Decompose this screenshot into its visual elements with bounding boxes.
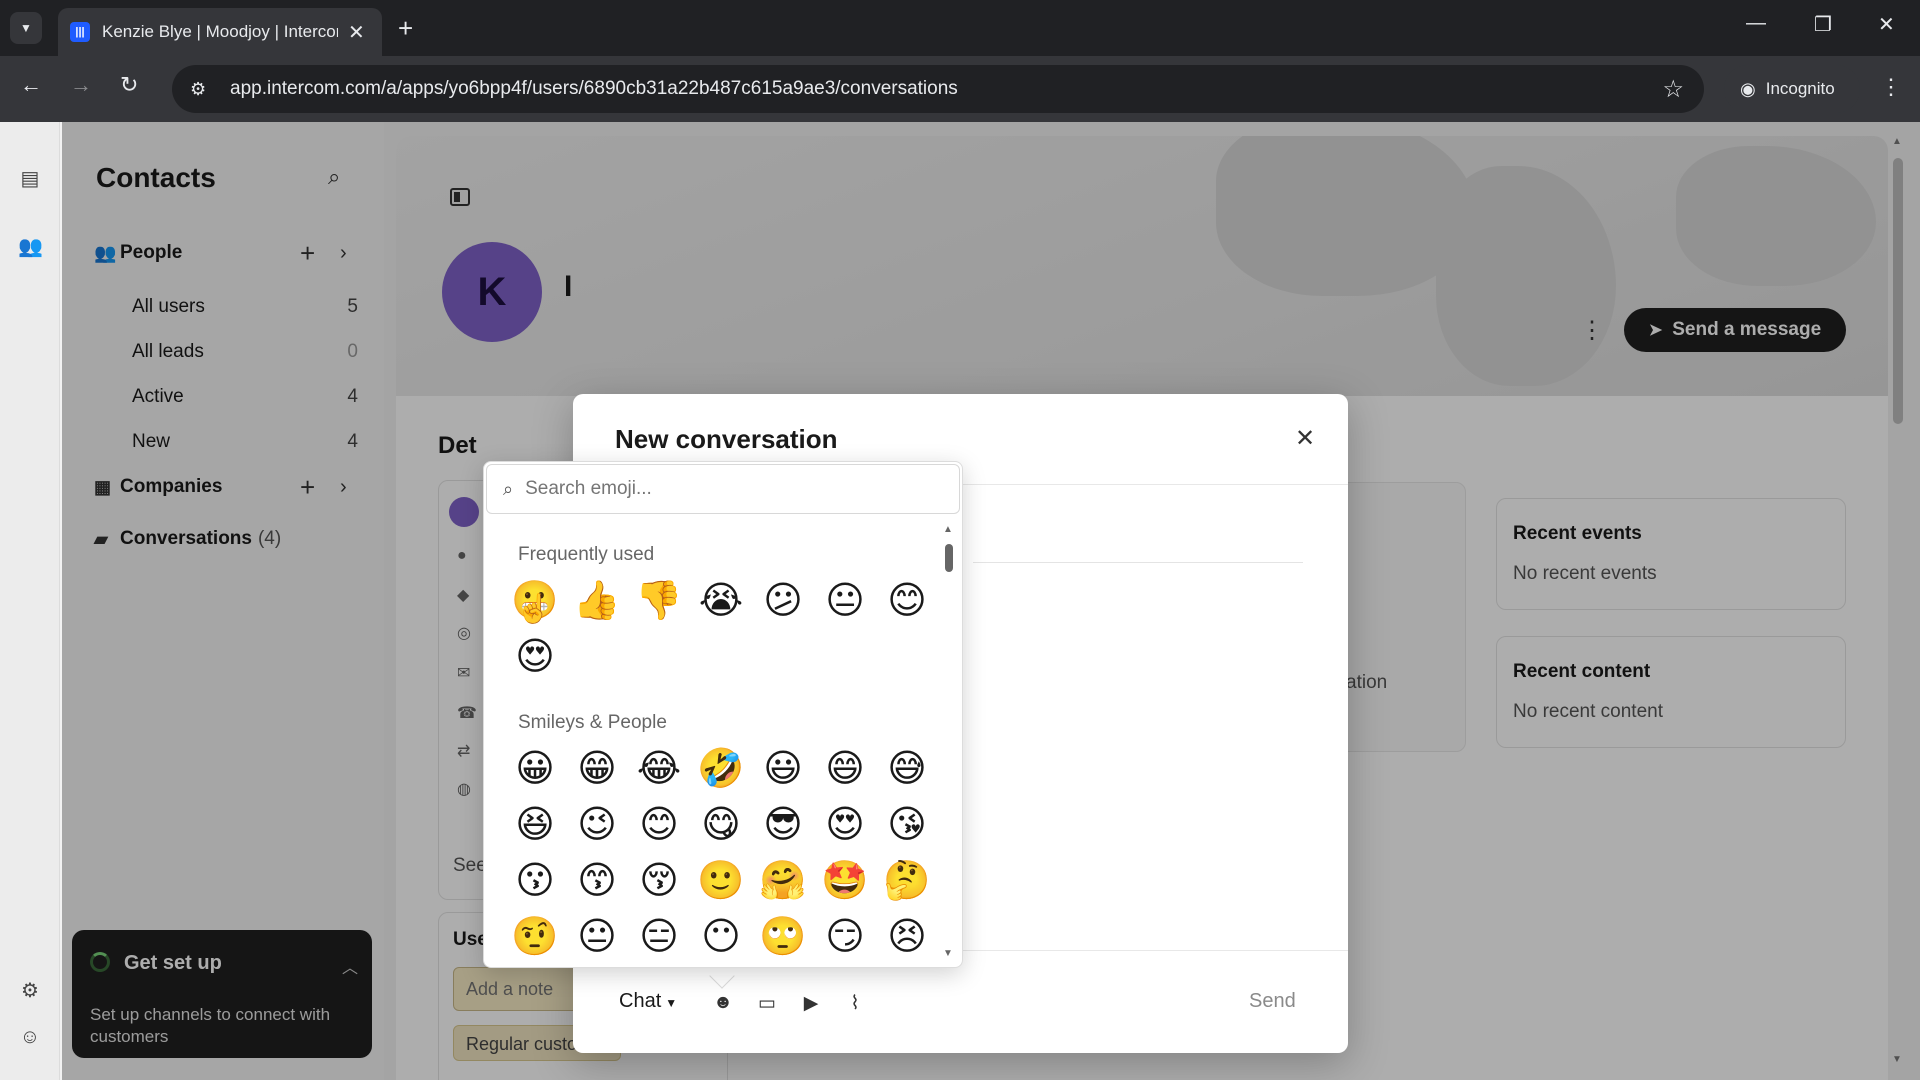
site-info-icon[interactable]: ⚙ — [190, 79, 220, 100]
emoji-button[interactable]: 🤗 — [752, 852, 814, 908]
reload-icon[interactable]: ↻ — [120, 72, 138, 98]
emoji-button[interactable]: 😄 — [814, 740, 876, 796]
emoji-button[interactable]: 🙄 — [752, 908, 814, 964]
emoji-button[interactable]: 😎 — [752, 796, 814, 852]
emoji-button[interactable]: 😐 — [566, 908, 628, 964]
picker-scroll-thumb[interactable] — [945, 544, 953, 572]
url-text[interactable]: app.intercom.com/a/apps/yo6bpp4f/users/6… — [230, 78, 1662, 100]
emoji-button[interactable]: 🤨 — [504, 908, 566, 964]
emoji-button[interactable]: 😊 — [628, 796, 690, 852]
attachment-icon[interactable]: ⌇ — [843, 992, 867, 1015]
emoji-button[interactable]: 😊 — [876, 572, 938, 628]
emoji-button[interactable]: 😋 — [690, 796, 752, 852]
smileys-heading: Smileys & People — [518, 712, 667, 733]
contacts-icon[interactable]: 👥 — [18, 234, 43, 258]
frequently-used-heading: Frequently used — [518, 544, 655, 565]
emoji-search-input[interactable] — [525, 478, 906, 500]
emoji-button[interactable]: 🤩 — [814, 852, 876, 908]
back-arrow-icon[interactable]: ← — [20, 72, 42, 98]
modal-title: New conversation — [615, 424, 838, 454]
incognito-icon: ◉ — [1740, 78, 1756, 99]
emoji-button[interactable]: 😁 — [566, 740, 628, 796]
browser-toolbar: ← → ↻ ⚙ app.intercom.com/a/apps/yo6bpp4f… — [0, 56, 1920, 122]
emoji-icon[interactable]: ☻ — [711, 992, 735, 1014]
emoji-button[interactable]: 😆 — [504, 796, 566, 852]
app-rail: ▤ 👥 ⚙ ☺ — [0, 122, 60, 1080]
channel-select[interactable]: Chat ▼ — [619, 990, 677, 1013]
emoji-button[interactable]: 🤔 — [876, 852, 938, 908]
emoji-button[interactable]: 😐 — [814, 572, 876, 628]
emoji-button[interactable]: 🤣 — [690, 740, 752, 796]
window-close-icon[interactable]: ✕ — [1878, 12, 1895, 37]
emoji-button[interactable]: 😙 — [566, 852, 628, 908]
emoji-button[interactable]: 😏 — [814, 908, 876, 964]
settings-gear-icon[interactable]: ⚙ — [18, 978, 42, 1002]
emoji-button[interactable]: 😘 — [876, 796, 938, 852]
profile-status-icon[interactable]: ☺ — [18, 1026, 42, 1050]
image-icon[interactable]: ▭ — [755, 992, 779, 1015]
tab-title: Kenzie Blye | Moodjoy | Intercom — [102, 22, 338, 41]
emoji-button[interactable]: 😂 — [628, 740, 690, 796]
scroll-up-icon[interactable]: ▲ — [943, 524, 953, 535]
scroll-down-icon[interactable]: ▼ — [943, 948, 953, 959]
send-button[interactable]: Send — [1249, 990, 1296, 1013]
browser-menu-icon[interactable]: ⋮ — [1880, 74, 1902, 100]
emoji-picker: ⌕ Frequently used 😬👍👎😭😕😐😊😍 Smileys & Peo… — [483, 461, 963, 968]
tab-search-button[interactable]: ▼ — [10, 12, 42, 44]
emoji-button[interactable]: 😉 — [566, 796, 628, 852]
channel-label: Chat — [619, 990, 662, 1012]
subject-field[interactable] — [973, 562, 1303, 563]
picker-scrollbar[interactable]: ▲ ▼ — [942, 524, 956, 964]
frequently-used-grid: 😬 👍 👎 😭 😕 😐 😊 😍 — [504, 572, 938, 684]
search-icon: ⌕ — [503, 478, 514, 499]
new-tab-button[interactable]: + — [398, 12, 413, 44]
emoji-button[interactable]: 😑 — [628, 908, 690, 964]
emoji-button[interactable]: 😅 — [876, 740, 938, 796]
tab-close-icon[interactable]: ✕ — [348, 20, 365, 45]
modal-close-icon[interactable]: ✕ — [1295, 424, 1315, 453]
intercom-favicon-icon: ||| — [70, 22, 90, 42]
inbox-icon[interactable]: ▤ — [18, 166, 42, 190]
emoji-search-box[interactable]: ⌕ — [486, 464, 960, 514]
emoji-button[interactable]: 😭 — [690, 572, 752, 628]
incognito-label: Incognito — [1765, 79, 1835, 98]
emoji-button[interactable]: 😍 — [504, 628, 566, 684]
forward-arrow-icon[interactable]: → — [70, 72, 92, 98]
browser-tabbar: ▼ ||| Kenzie Blye | Moodjoy | Intercom ✕… — [0, 0, 1920, 56]
bookmark-star-icon[interactable]: ☆ — [1662, 75, 1684, 104]
emoji-button[interactable]: 👎 — [628, 572, 690, 628]
caret-down-icon: ▼ — [665, 996, 678, 1010]
emoji-button[interactable]: 😣 — [876, 908, 938, 964]
emoji-button[interactable]: 😍 — [814, 796, 876, 852]
restore-icon[interactable]: ❐ — [1814, 12, 1832, 37]
emoji-button[interactable]: 😚 — [628, 852, 690, 908]
emoji-button[interactable]: 😗 — [504, 852, 566, 908]
address-bar[interactable]: ⚙ app.intercom.com/a/apps/yo6bpp4f/users… — [172, 65, 1704, 113]
incognito-indicator[interactable]: ◉ Incognito — [1724, 65, 1860, 113]
mouse-pointer-icon: ☝ — [516, 593, 551, 624]
emoji-button[interactable]: 😃 — [752, 740, 814, 796]
browser-tab-active[interactable]: ||| Kenzie Blye | Moodjoy | Intercom ✕ — [58, 8, 382, 56]
emoji-button[interactable]: 😀 — [504, 740, 566, 796]
video-icon[interactable]: ▶ — [799, 992, 823, 1015]
emoji-button[interactable]: 🙂 — [690, 852, 752, 908]
smileys-grid: 😀 😁 😂 🤣 😃 😄 😅 😆 😉 😊 😋 😎 😍 😘 😗 😙 😚 🙂 🤗 🤩 🤔 🤨 😐 😑 😶 🙄 😏 😣 — [504, 740, 938, 964]
minimize-icon[interactable]: — — [1746, 12, 1766, 35]
emoji-button[interactable]: 👍 — [566, 572, 628, 628]
emoji-button[interactable]: 😕 — [752, 572, 814, 628]
intercom-app: ▤ 👥 ⚙ ☺ Contacts ⌕ 👥 People + › All user… — [0, 122, 1920, 1080]
emoji-button[interactable]: 😶 — [690, 908, 752, 964]
